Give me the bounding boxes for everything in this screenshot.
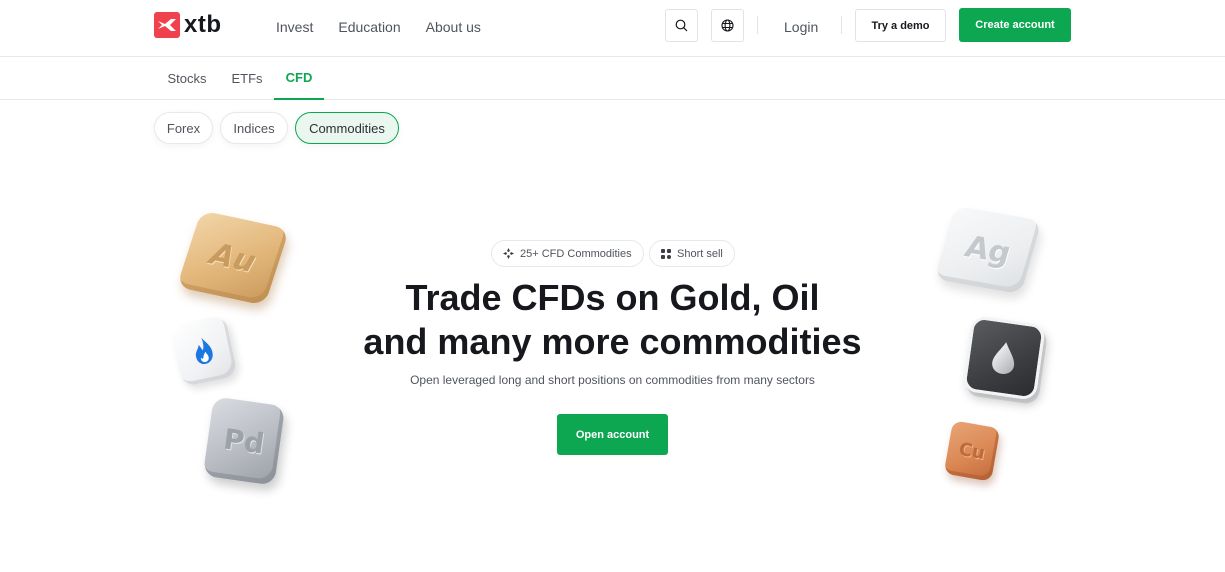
tab-etfs[interactable]: ETFs (226, 57, 268, 100)
create-account-button[interactable]: Create account (959, 8, 1071, 42)
logo-text: xtb (184, 11, 222, 38)
language-button[interactable] (711, 9, 744, 42)
commodities-count-badge: 25+ CFD Commodities (491, 240, 644, 267)
palladium-tile: Pd (202, 396, 286, 486)
open-account-button[interactable]: Open account (557, 414, 668, 455)
top-header: xtb Invest Education About us Login Try … (0, 0, 1225, 57)
divider (841, 16, 842, 34)
silver-symbol: Ag (961, 229, 1015, 271)
gold-symbol: Au (205, 236, 261, 280)
short-sell-icon (661, 248, 671, 259)
nav-about-us[interactable]: About us (426, 18, 481, 36)
nav-education[interactable]: Education (338, 18, 400, 36)
tab-stocks[interactable]: Stocks (162, 57, 212, 100)
product-subnav: Stocks ETFs CFD (0, 57, 1225, 100)
search-icon (675, 19, 688, 32)
pill-forex[interactable]: Forex (154, 112, 213, 144)
oil-tile (962, 315, 1046, 401)
pill-commodities[interactable]: Commodities (295, 112, 399, 144)
tab-cfd[interactable]: CFD (274, 57, 324, 100)
pill-indices[interactable]: Indices (220, 112, 288, 144)
login-link[interactable]: Login (784, 18, 818, 36)
main-nav: Invest Education About us (276, 18, 481, 36)
badge-label: 25+ CFD Commodities (520, 247, 632, 260)
flame-icon (195, 337, 213, 365)
globe-icon (721, 19, 734, 32)
oil-drop-icon (992, 342, 1015, 374)
copper-symbol: Cu (957, 438, 987, 464)
badge-label: Short sell (677, 247, 723, 260)
commodities-icon (503, 248, 514, 259)
short-sell-badge: Short sell (649, 240, 735, 267)
palladium-symbol: Pd (221, 421, 267, 461)
xtb-logo[interactable]: xtb (154, 12, 222, 38)
xtb-logo-icon (154, 12, 180, 38)
nav-invest[interactable]: Invest (276, 18, 313, 36)
try-demo-button[interactable]: Try a demo (855, 9, 946, 42)
copper-tile: Cu (943, 420, 1001, 482)
search-button[interactable] (665, 9, 698, 42)
divider (757, 16, 758, 34)
